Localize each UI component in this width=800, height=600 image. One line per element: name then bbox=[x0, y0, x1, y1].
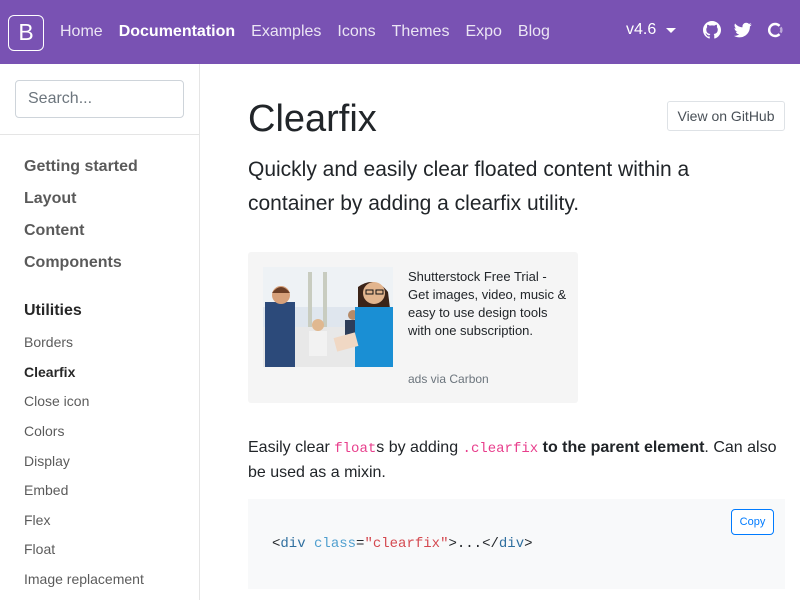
code-tag-open: div bbox=[280, 536, 306, 552]
sidebar-item-close-icon[interactable]: Close icon bbox=[24, 393, 89, 409]
search-input[interactable] bbox=[15, 80, 184, 118]
version-label: v4.6 bbox=[626, 21, 657, 38]
copy-button[interactable]: Copy bbox=[731, 509, 774, 535]
code-tag-close: div bbox=[498, 536, 525, 552]
version-dropdown[interactable]: v4.6 bbox=[626, 21, 677, 39]
github-icon[interactable] bbox=[703, 21, 721, 39]
nav-link-blog[interactable]: Blog bbox=[510, 23, 558, 41]
desc-strong: to the parent element bbox=[538, 439, 705, 456]
desc-text-2: s by adding bbox=[376, 439, 463, 456]
chevron-down-icon bbox=[666, 27, 677, 33]
sidebar-group-utilities[interactable]: Utilities bbox=[24, 302, 82, 320]
code-clearfix: .clearfix bbox=[462, 441, 539, 457]
nav-links: Home Documentation Examples Icons Themes… bbox=[52, 0, 558, 64]
view-on-github-button[interactable]: View on GitHub bbox=[667, 101, 785, 131]
sidebar-item-colors[interactable]: Colors bbox=[24, 423, 64, 439]
twitter-icon[interactable] bbox=[734, 21, 752, 39]
sidebar-item-borders[interactable]: Borders bbox=[24, 334, 73, 350]
sidebar-item-flex[interactable]: Flex bbox=[24, 512, 50, 528]
clearfix-description: Easily clear floats by adding .clearfix … bbox=[248, 436, 793, 485]
sidebar-item-display[interactable]: Display bbox=[24, 453, 70, 469]
lead-paragraph: Quickly and easily clear floated content… bbox=[248, 158, 690, 215]
sidebar-item-float[interactable]: Float bbox=[24, 541, 55, 557]
ad-text[interactable]: Shutterstock Free Trial - Get images, vi… bbox=[408, 268, 568, 340]
nav-link-examples[interactable]: Examples bbox=[243, 23, 329, 41]
nav-link-icons[interactable]: Icons bbox=[329, 23, 383, 41]
carbon-ad: Shutterstock Free Trial - Get images, vi… bbox=[248, 252, 578, 403]
opencollective-icon[interactable] bbox=[766, 21, 784, 39]
sidebar-item-clearfix[interactable]: Clearfix bbox=[24, 364, 75, 380]
code-float: float bbox=[334, 441, 377, 457]
sidebar-item-embed[interactable]: Embed bbox=[24, 482, 68, 498]
code-attr: class bbox=[314, 536, 357, 552]
nav-link-themes[interactable]: Themes bbox=[384, 23, 458, 41]
nav-link-documentation[interactable]: Documentation bbox=[111, 23, 243, 41]
sidebar-group-getting-started[interactable]: Getting started bbox=[24, 158, 138, 176]
ad-image[interactable] bbox=[263, 267, 393, 367]
code-middle: >...</ bbox=[448, 536, 499, 552]
page-title: Clearfix bbox=[248, 98, 377, 140]
nav-link-expo[interactable]: Expo bbox=[457, 23, 509, 41]
search-section bbox=[0, 64, 199, 135]
bootstrap-logo[interactable]: B bbox=[8, 15, 44, 51]
sidebar-group-layout[interactable]: Layout bbox=[24, 190, 76, 208]
desc-text-1: Easily clear bbox=[248, 439, 335, 456]
code-line: <div class="clearfix">...</div> bbox=[272, 536, 533, 552]
code-gt: > bbox=[524, 536, 533, 552]
nav-link-home[interactable]: Home bbox=[52, 23, 111, 41]
ads-via-carbon-link[interactable]: ads via Carbon bbox=[408, 372, 489, 386]
code-string: "clearfix" bbox=[364, 536, 449, 552]
sidebar-group-content[interactable]: Content bbox=[24, 222, 84, 240]
sidebar-item-image-replacement[interactable]: Image replacement bbox=[24, 571, 144, 587]
top-navbar: B Home Documentation Examples Icons Them… bbox=[0, 0, 800, 64]
sidebar-group-components[interactable]: Components bbox=[24, 254, 122, 272]
